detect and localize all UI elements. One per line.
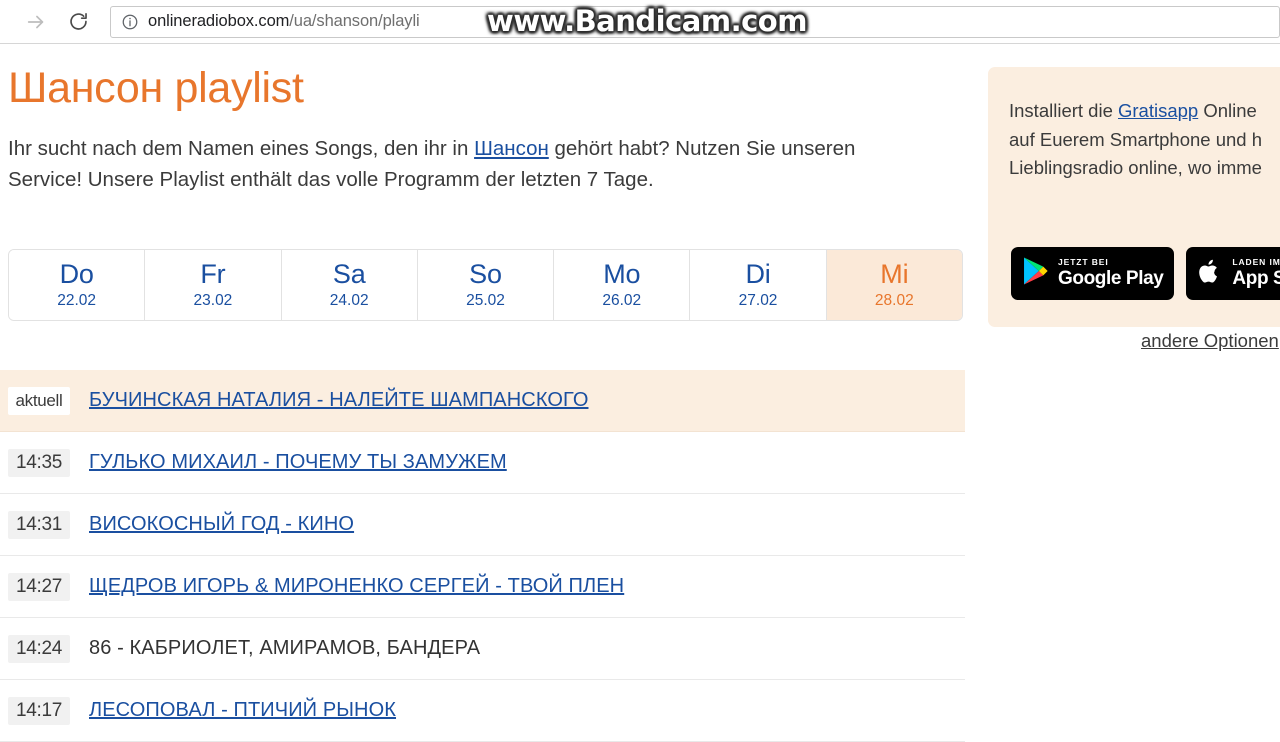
arrow-forward-icon[interactable] (18, 4, 54, 40)
table-row[interactable]: 14:24 86 - КАБРИОЛЕТ, АМИРАМОВ, БАНДЕРА (0, 618, 965, 680)
playlist-track-title[interactable]: ГУЛЬКО МИХАИЛ - ПОЧЕМУ ТЫ ЗАМУЖЕМ (89, 451, 507, 474)
app-store-caption: LADEN IM App Store (1232, 257, 1280, 289)
station-link[interactable]: Шансон (474, 137, 549, 160)
url-path: /ua/shanson/playli (289, 12, 420, 31)
day-tab-date: 22.02 (57, 291, 97, 309)
google-play-big-text: Google Play (1058, 267, 1164, 289)
playlist-table: aktuell БУЧИНСКАЯ НАТАЛИЯ - НАЛЕЙТЕ ШАМПА… (0, 370, 965, 742)
playlist-time: 14:27 (8, 572, 70, 601)
day-tab-weekday: Sa (332, 259, 366, 290)
app-promo-panel: Installiert die Gratisapp Online auf Euer… (988, 67, 1280, 327)
promo-line-2: auf Euerem Smartphone und h (1009, 128, 1262, 150)
promo-text-before: Installiert die (1009, 100, 1118, 121)
table-row[interactable]: 14:27 ЩЕДРОВ ИГОРЬ & МИРОНЕНКО СЕРГЕЙ - Т… (0, 556, 965, 618)
day-tab-date: 27.02 (738, 291, 778, 309)
day-tab-mi[interactable]: Mi 28.02 (826, 250, 962, 320)
app-store-badge[interactable]: LADEN IM App Store (1186, 247, 1280, 300)
day-tab-do[interactable]: Do 22.02 (9, 250, 146, 320)
google-play-caption: JETZT BEI Google Play (1058, 257, 1164, 289)
playlist-track-title: 86 - КАБРИОЛЕТ, АМИРАМОВ, БАНДЕРА (89, 637, 481, 659)
playlist-current-badge: aktuell (8, 386, 70, 415)
table-row[interactable]: 14:17 ЛЕСОПОВАЛ - ПТИЧИЙ РЫНОК (0, 680, 965, 742)
app-store-small-text: LADEN IM (1232, 257, 1280, 268)
playlist-track-title[interactable]: БУЧИНСКАЯ НАТАЛИЯ - НАЛЕЙТЕ ШАМПАНСКОГО (89, 389, 588, 412)
table-row[interactable]: 14:35 ГУЛЬКО МИХАИЛ - ПОЧЕМУ ТЫ ЗАМУЖЕМ (0, 432, 965, 494)
playlist-time: 14:24 (8, 634, 70, 663)
day-tab-weekday: Do (59, 259, 94, 290)
google-play-badge[interactable]: JETZT BEI Google Play (1011, 247, 1175, 300)
store-badges: JETZT BEI Google Play LADEN IM App Store (1011, 247, 1280, 300)
promo-line-3: Lieblingsradio online, wo imme (1009, 157, 1262, 179)
playlist-track-title[interactable]: ЩЕДРОВ ИГОРЬ & МИРОНЕНКО СЕРГЕЙ - ТВОЙ П… (89, 575, 624, 598)
promo-text: Installiert die Gratisapp Online auf Euer… (1009, 97, 1280, 183)
table-row[interactable]: 14:31 ВИСОКОСНЫЙ ГОД - КИНО (0, 494, 965, 556)
playlist-track-title[interactable]: ВИСОКОСНЫЙ ГОД - КИНО (89, 513, 354, 536)
playlist-time: 14:35 (8, 448, 70, 477)
day-tab-date: 28.02 (874, 291, 914, 309)
bandicam-watermark: www.Bandicam.com (487, 4, 807, 38)
intro-paragraph: Ihr sucht nach dem Namen eines Songs, de… (8, 134, 913, 196)
table-row[interactable]: aktuell БУЧИНСКАЯ НАТАЛИЯ - НАЛЕЙТЕ ШАМПА… (0, 370, 965, 432)
playlist-track-title[interactable]: ЛЕСОПОВАЛ - ПТИЧИЙ РЫНОК (89, 699, 396, 722)
day-tab-so[interactable]: So 25.02 (417, 250, 555, 320)
google-play-icon (1022, 256, 1049, 291)
playlist-time: 14:17 (8, 696, 70, 725)
day-tab-sa[interactable]: Sa 24.02 (281, 250, 418, 320)
day-tab-date: 23.02 (193, 291, 233, 309)
day-tab-date: 26.02 (602, 291, 642, 309)
day-tab-fr[interactable]: Fr 23.02 (145, 250, 282, 320)
day-tab-weekday: Fr (200, 259, 226, 290)
google-play-small-text: JETZT BEI (1058, 257, 1109, 268)
intro-text-before: Ihr sucht nach dem Namen eines Songs, de… (8, 137, 475, 161)
reload-icon[interactable] (60, 4, 96, 40)
day-tab-weekday: So (469, 259, 502, 290)
other-options-link[interactable]: andere Optionen (1141, 330, 1279, 352)
day-tab-date: 25.02 (466, 291, 505, 309)
day-tab-mo[interactable]: Mo 26.02 (554, 250, 691, 320)
day-tab-weekday: Di (745, 259, 771, 290)
day-tab-weekday: Mo (603, 259, 641, 290)
playlist-time: 14:31 (8, 510, 70, 539)
promo-text-after: Online (1198, 100, 1257, 121)
app-store-big-text: App Store (1232, 267, 1280, 289)
gratisapp-link[interactable]: Gratisapp (1118, 100, 1198, 121)
main-content-column: Шансон playlist Ihr sucht nach dem Namen… (0, 45, 965, 742)
day-tab-di[interactable]: Di 27.02 (690, 250, 827, 320)
page-info-icon[interactable] (121, 13, 139, 31)
apple-icon (1197, 256, 1223, 292)
page-body: Шансон playlist Ihr sucht nach dem Namen… (0, 45, 1280, 742)
page-title: Шансон playlist (8, 64, 304, 112)
day-tab-date: 24.02 (329, 291, 369, 309)
day-tab-weekday: Mi (880, 259, 909, 290)
day-tab-bar: Do 22.02 Fr 23.02 Sa 24.02 So 25.02 Mo 26.02 Di 27.… (8, 249, 963, 321)
url-domain: onlineradiobox.com (148, 12, 290, 31)
